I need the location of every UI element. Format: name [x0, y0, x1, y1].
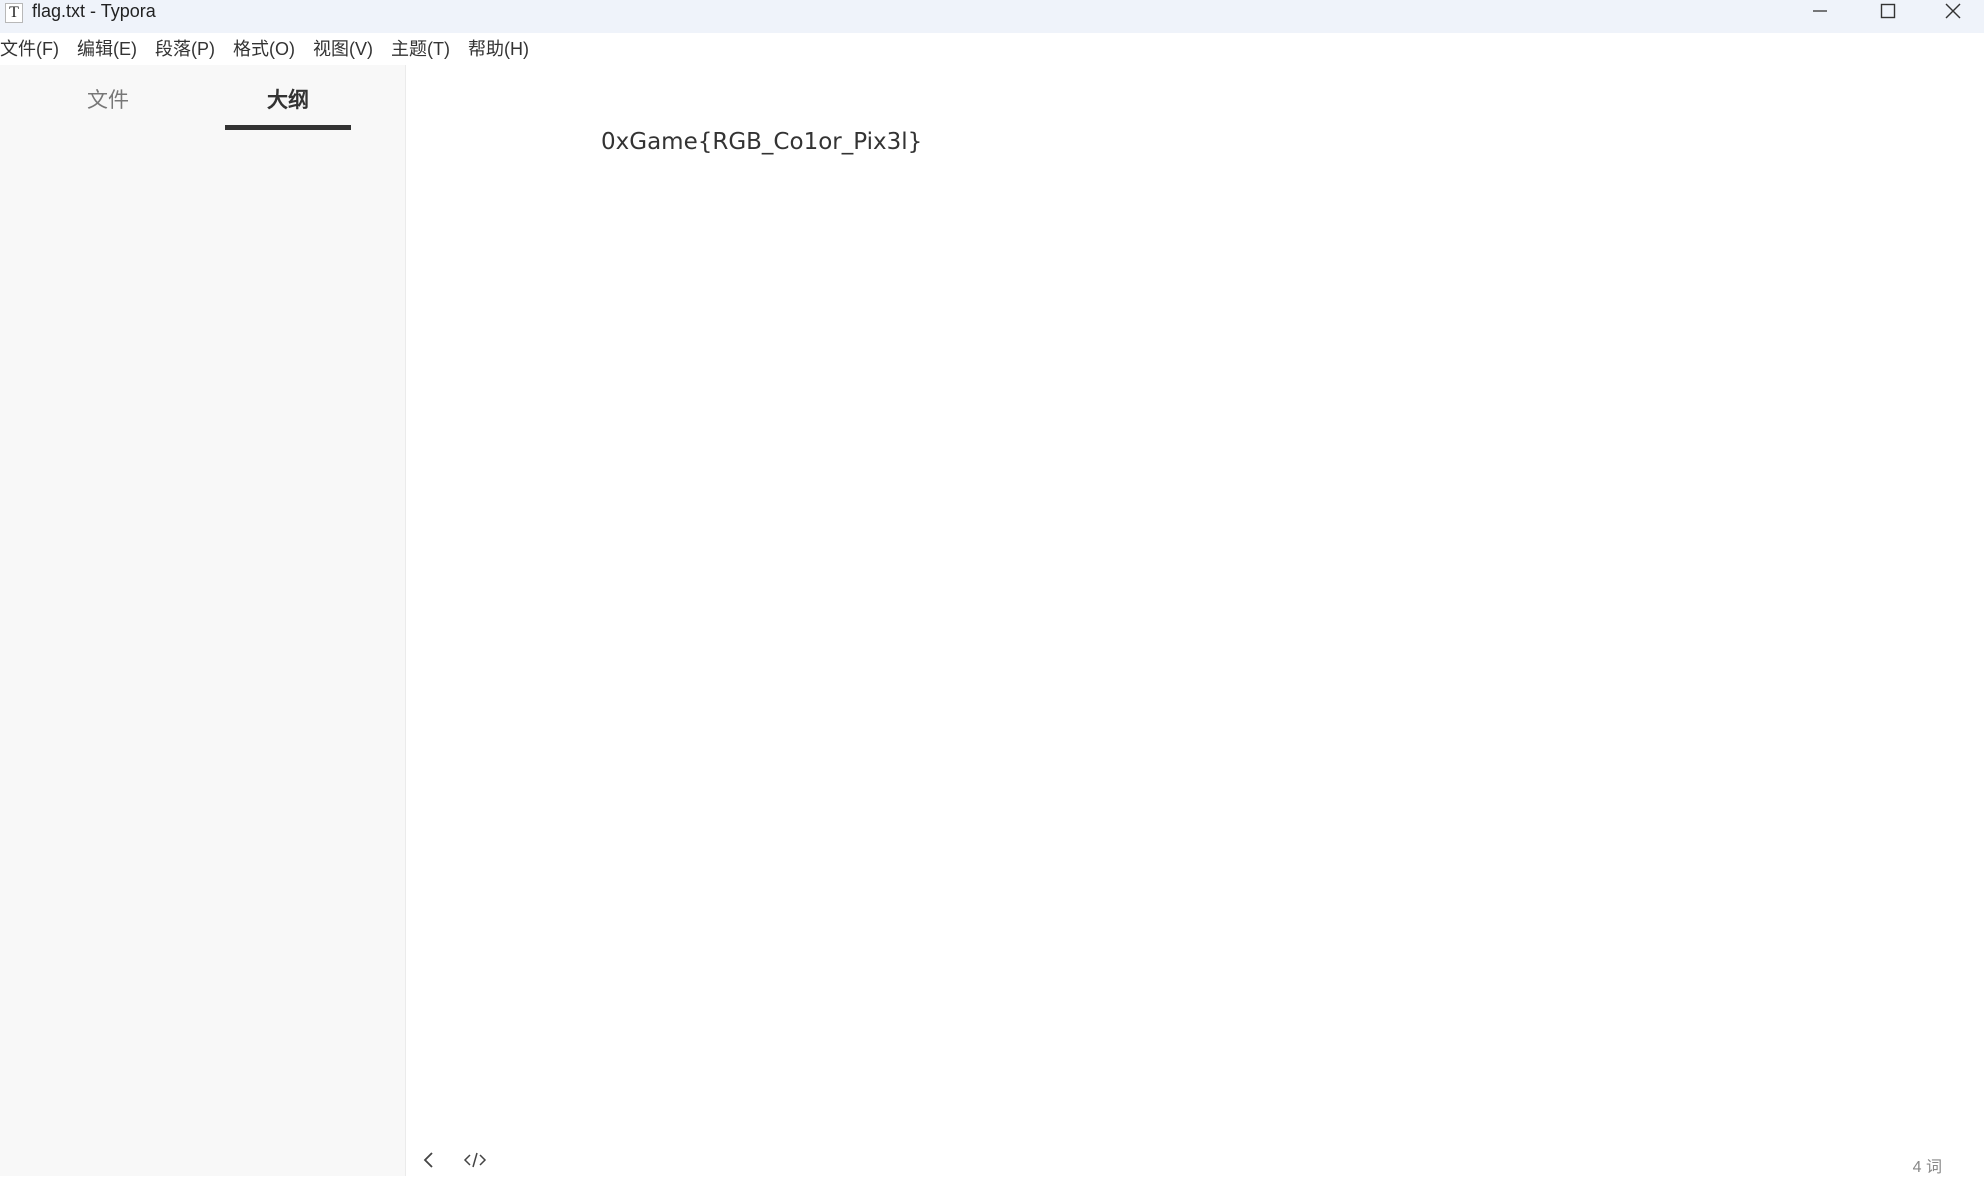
close-icon: [1945, 3, 1961, 19]
menu-theme[interactable]: 主题(T): [391, 33, 459, 65]
tab-outline[interactable]: 大纲: [225, 85, 351, 117]
menu-paragraph[interactable]: 段落(P): [155, 33, 224, 65]
close-button[interactable]: [1922, 0, 1984, 22]
menu-edit[interactable]: 编辑(E): [77, 33, 146, 65]
maximize-button[interactable]: [1854, 0, 1922, 22]
minimize-button[interactable]: [1786, 0, 1854, 22]
tab-files[interactable]: 文件: [58, 85, 158, 117]
menu-view[interactable]: 视图(V): [313, 33, 382, 65]
typora-app-icon: T: [5, 3, 23, 23]
document-text[interactable]: 0xGame{RGB_Co1or_Pix3l}: [601, 129, 922, 155]
minimize-icon: [1813, 10, 1827, 12]
editor-area[interactable]: 0xGame{RGB_Co1or_Pix3l}: [406, 65, 1984, 1176]
active-tab-indicator: [225, 125, 351, 130]
source-code-mode-button[interactable]: [463, 1150, 487, 1170]
chevron-left-icon: [423, 1152, 433, 1168]
toggle-sidebar-button[interactable]: [421, 1150, 437, 1170]
menu-file[interactable]: 文件(F): [0, 33, 68, 65]
maximize-icon: [1880, 3, 1896, 19]
menu-format[interactable]: 格式(O): [233, 33, 304, 65]
word-count[interactable]: 4 词: [1913, 1153, 1942, 1177]
sidebar: 文件 大纲: [0, 65, 406, 1176]
menu-help[interactable]: 帮助(H): [468, 33, 538, 65]
menu-bar: 文件(F) 编辑(E) 段落(P) 格式(O) 视图(V) 主题(T) 帮助(H…: [0, 33, 1984, 65]
window-title: flag.txt - Typora: [32, 1, 156, 21]
title-bar: T flag.txt - Typora: [0, 0, 1984, 33]
source-code-icon: [463, 1152, 487, 1168]
